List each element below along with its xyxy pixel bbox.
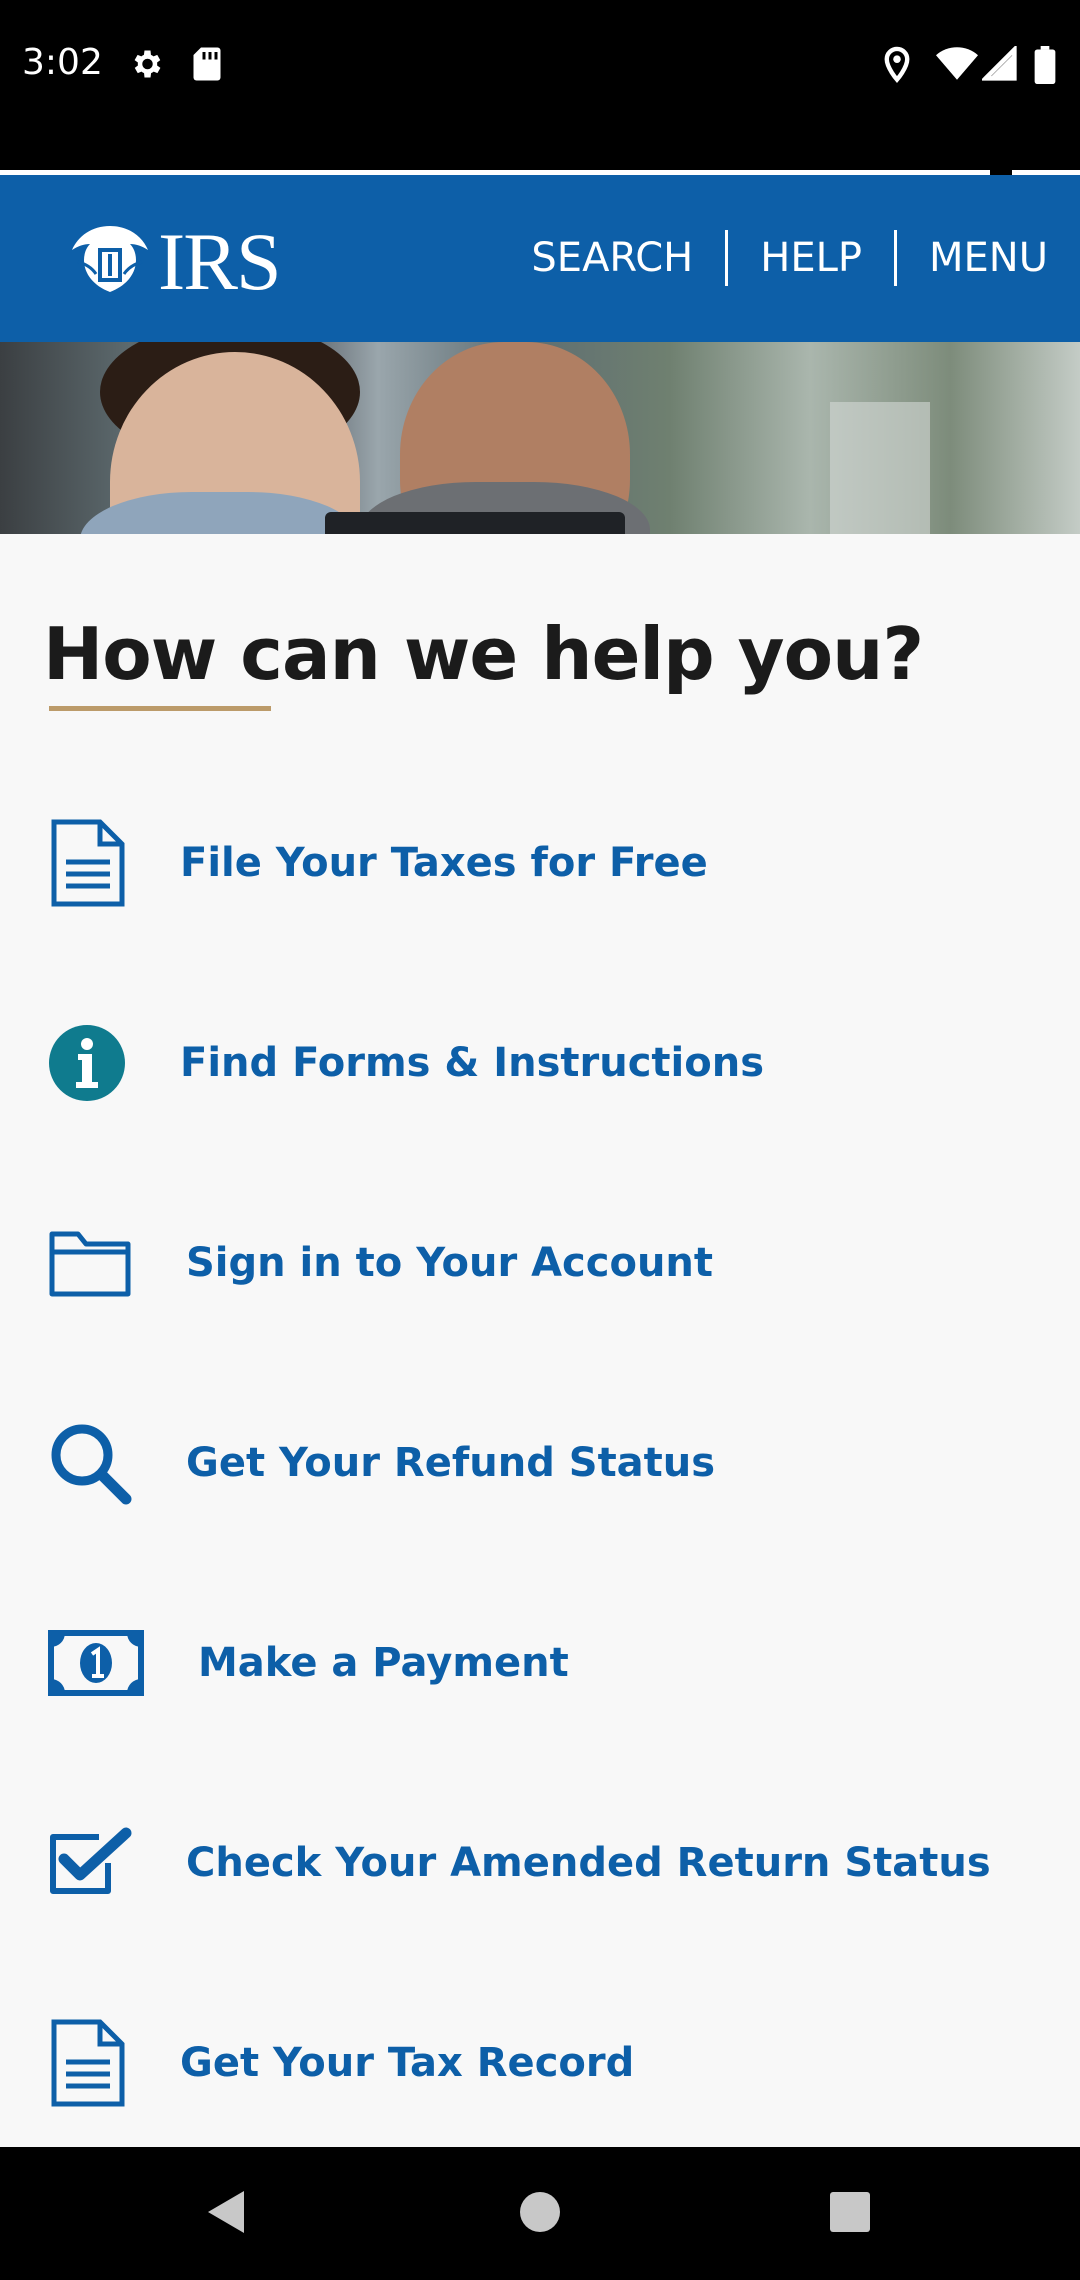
dollar-bill-icon: [48, 1630, 144, 1696]
page-title: How can we help you?: [43, 612, 924, 696]
item-label: Check Your Amended Return Status: [186, 1840, 991, 1886]
status-bar: 3:02: [0, 0, 1080, 170]
recents-icon[interactable]: [828, 2187, 872, 2237]
folder-icon: [48, 1228, 132, 1298]
page-load-marker: [990, 165, 1012, 175]
item-label: Get Your Refund Status: [186, 1440, 716, 1486]
link-file-taxes-free[interactable]: File Your Taxes for Free: [0, 793, 1080, 933]
logo-text: IRS: [158, 216, 282, 307]
sd-card-icon: [193, 47, 221, 81]
item-label: Sign in to Your Account: [186, 1240, 714, 1286]
irs-logo[interactable]: IRS: [64, 215, 282, 309]
gear-icon: [134, 50, 161, 78]
status-time: 3:02: [22, 42, 103, 83]
info-icon: [48, 1024, 126, 1102]
hero-image: [0, 342, 1080, 534]
back-icon[interactable]: [204, 2187, 248, 2237]
irs-eagle-icon: [72, 226, 148, 292]
nav-menu[interactable]: MENU: [897, 230, 1080, 286]
item-label: Get Your Tax Record: [180, 2040, 635, 2086]
search-icon: [48, 1421, 132, 1505]
item-label: File Your Taxes for Free: [180, 840, 708, 886]
item-label: Make a Payment: [198, 1640, 569, 1686]
site-header: IRS SEARCH HELP MENU: [0, 175, 1080, 342]
link-make-payment[interactable]: Make a Payment: [0, 1593, 1080, 1733]
link-sign-in-account[interactable]: Sign in to Your Account: [0, 1193, 1080, 1333]
system-nav-bar: [0, 2147, 1080, 2280]
battery-icon: [1034, 46, 1056, 84]
document-icon: [48, 818, 128, 908]
nav-help[interactable]: HELP: [728, 230, 894, 286]
item-label: Find Forms & Instructions: [180, 1040, 765, 1086]
checkbox-icon: [48, 1827, 132, 1899]
header-nav: SEARCH HELP MENU: [499, 230, 1080, 286]
location-icon: [884, 46, 910, 83]
link-amended-return[interactable]: Check Your Amended Return Status: [0, 1793, 1080, 1933]
link-find-forms[interactable]: Find Forms & Instructions: [0, 993, 1080, 1133]
document-icon: [48, 2018, 128, 2108]
hero-laptop: [325, 512, 625, 534]
link-tax-record[interactable]: Get Your Tax Record: [0, 1993, 1080, 2133]
wifi-icon: [936, 47, 978, 80]
title-underline: [49, 706, 271, 711]
signal-icon: [982, 46, 1017, 81]
nav-search[interactable]: SEARCH: [499, 230, 725, 286]
home-icon[interactable]: [518, 2187, 562, 2237]
link-refund-status[interactable]: Get Your Refund Status: [0, 1393, 1080, 1533]
hero-window: [830, 402, 930, 534]
